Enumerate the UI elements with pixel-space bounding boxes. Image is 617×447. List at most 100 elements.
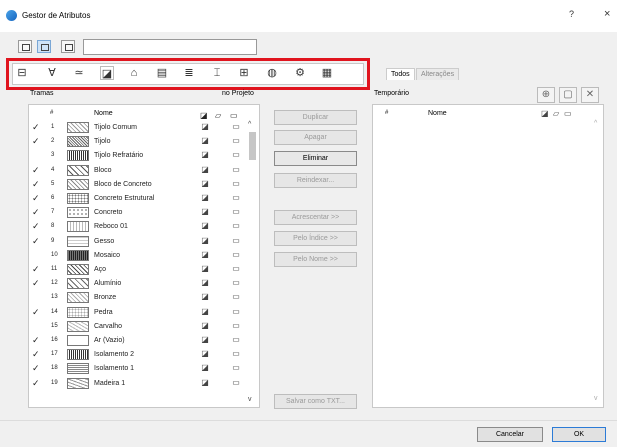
fill-name: Alumínio	[94, 280, 122, 288]
check-icon[interactable]: ✓	[32, 306, 40, 319]
fills-list[interactable]: # Nome ◪ ▱ ▭ ✓ 1 Tijolo Comum ◪ ▭ ✓ 2 Tijolo ◪ ▭ 3…	[28, 104, 260, 408]
table-row[interactable]: ✓ 1 Tijolo Comum ◪ ▭	[29, 121, 251, 134]
fill-type-icon: ◪	[201, 306, 209, 316]
window-title: Gestor de Atributos	[22, 11, 91, 20]
attribute-name-input[interactable]	[83, 39, 257, 55]
view-right-panel-button[interactable]	[61, 40, 75, 53]
duplicate-button[interactable]: Duplicar	[274, 110, 357, 125]
table-row[interactable]: ✓ 17 Isolamento 2 ◪ ▭	[29, 348, 251, 361]
fill-pattern-swatch	[67, 207, 89, 219]
pattern-header-icon: ▱	[553, 109, 560, 118]
check-icon[interactable]: ✓	[32, 334, 40, 347]
fill-name: Isolamento 1	[94, 365, 135, 373]
fill-pattern-swatch	[67, 249, 89, 261]
reindex-button[interactable]: Reindexar...	[274, 173, 357, 188]
check-icon[interactable]: ✓	[32, 121, 40, 134]
check-icon[interactable]: ✓	[32, 277, 40, 290]
fill-pattern-swatch	[67, 150, 89, 162]
open-file-button[interactable]: ▢	[559, 87, 577, 103]
row-number: 17	[51, 351, 58, 358]
table-row[interactable]: ✓ 2 Tijolo ◪ ▭	[29, 135, 251, 148]
view-left-panel-button[interactable]	[18, 40, 32, 53]
surface-icon: ▭	[232, 235, 240, 245]
fill-type-icon: ◪	[201, 377, 209, 387]
table-row[interactable]: ✓ 19 Madeira 1 ◪ ▭	[29, 377, 251, 390]
check-icon[interactable]: ✓	[32, 348, 40, 361]
new-file-icon: ⊕	[541, 89, 551, 100]
fill-type-header-icon: ◪	[541, 109, 549, 118]
fill-name: Gesso	[94, 237, 115, 245]
surface-icon: ▭	[232, 363, 240, 373]
save-as-txt-button[interactable]: Salvar como TXT...	[274, 394, 357, 409]
table-row[interactable]: ✓ 9 Gesso ◪ ▭	[29, 235, 251, 248]
fill-type-icon: ◪	[201, 249, 209, 259]
fill-name: Ar (Vazio)	[94, 337, 125, 344]
row-number: 3	[51, 152, 55, 159]
surface-icon: ▭	[232, 335, 240, 344]
append-button[interactable]: Acrescentar >>	[274, 210, 357, 225]
close-button[interactable]: ×	[604, 8, 610, 20]
table-row[interactable]: 3 Tijolo Refratário ◪ ▭	[29, 149, 251, 162]
table-row[interactable]: ✓ 14 Pedra ◪ ▭	[29, 306, 251, 319]
check-icon[interactable]: ✓	[32, 164, 40, 177]
check-icon[interactable]: ✓	[32, 178, 40, 191]
scroll-thumb[interactable]	[249, 132, 256, 160]
surface-icon: ▭	[232, 264, 240, 273]
scroll-up-icon[interactable]: ^	[594, 120, 597, 127]
table-row[interactable]: ✓ 4 Bloco ◪ ▭	[29, 164, 251, 177]
tab-changes[interactable]: Alterações	[416, 68, 460, 80]
fill-pattern-swatch	[67, 292, 89, 304]
cancel-button[interactable]: Cancelar	[477, 427, 543, 442]
table-row[interactable]: ✓ 5 Bloco de Concreto ◪ ▭	[29, 178, 251, 191]
check-icon[interactable]: ✓	[32, 377, 40, 390]
tab-all[interactable]: Todos	[386, 68, 415, 80]
fill-type-icon: ◪	[201, 363, 209, 373]
by-name-button[interactable]: Pelo Nome >>	[274, 252, 357, 267]
table-row[interactable]: 13 Bronze ◪ ▭	[29, 291, 251, 304]
fill-pattern-swatch	[67, 264, 89, 275]
surface-icon: ▭	[232, 306, 240, 316]
row-number: 19	[51, 379, 58, 386]
scroll-up-icon[interactable]: ^	[248, 121, 251, 128]
row-number: 5	[51, 180, 55, 187]
ok-button[interactable]: OK	[552, 427, 606, 442]
fill-pattern-swatch	[67, 363, 89, 375]
close-file-button[interactable]: ✕	[581, 87, 599, 103]
by-index-button[interactable]: Pelo Índice >>	[274, 231, 357, 246]
table-row[interactable]: ✓ 7 Concreto ◪ ▭	[29, 206, 251, 219]
surface-icon: ▭	[232, 178, 240, 188]
new-file-button[interactable]: ⊕	[537, 87, 555, 103]
check-icon[interactable]: ✓	[32, 362, 40, 375]
row-number: 11	[51, 266, 58, 272]
scroll-down-icon[interactable]: v	[594, 395, 598, 402]
right-panel-title: Temporário	[374, 90, 410, 97]
surface-icon: ▭	[232, 207, 240, 217]
check-icon[interactable]: ✓	[32, 235, 40, 248]
row-number: 4	[51, 166, 55, 173]
table-row[interactable]: ✓ 11 Aço ◪ ▭	[29, 263, 251, 276]
document-icon: ▢	[563, 89, 573, 100]
close-icon: ✕	[585, 89, 595, 100]
check-icon[interactable]: ✓	[32, 220, 40, 233]
check-icon[interactable]: ✓	[32, 192, 40, 205]
view-both-panels-button[interactable]	[37, 40, 51, 53]
table-row[interactable]: ✓ 12 Alumínio ◪ ▭	[29, 277, 251, 290]
table-row[interactable]: 15 Carvalho ◪ ▭	[29, 320, 251, 333]
table-row[interactable]: ✓ 6 Concreto Estrutural ◪ ▭	[29, 192, 251, 205]
table-row[interactable]: 10 Mosaico ◪ ▭	[29, 249, 251, 262]
scroll-down-icon[interactable]: v	[248, 396, 252, 403]
help-button[interactable]: ?	[569, 9, 574, 19]
fill-name: Madeira 1	[94, 379, 126, 387]
fill-pattern-swatch	[67, 136, 89, 148]
temporary-list[interactable]: # Nome ◪ ▱ ▭ ^ v	[372, 104, 604, 408]
table-row[interactable]: ✓ 18 Isolamento 1 ◪ ▭	[29, 362, 251, 375]
check-icon[interactable]: ✓	[32, 206, 40, 219]
surface-icon: ▭	[232, 320, 240, 330]
delete-button[interactable]: Apagar	[274, 130, 357, 145]
check-icon[interactable]: ✓	[32, 135, 40, 148]
fills-list-scrollbar[interactable]: ^ v	[247, 120, 258, 408]
check-icon[interactable]: ✓	[32, 263, 40, 276]
table-row[interactable]: ✓ 16 Ar (Vazio) ◪ ▭	[29, 334, 251, 347]
purge-button[interactable]: Eliminar	[274, 151, 357, 166]
table-row[interactable]: ✓ 8 Reboco 01 ◪ ▭	[29, 220, 251, 233]
